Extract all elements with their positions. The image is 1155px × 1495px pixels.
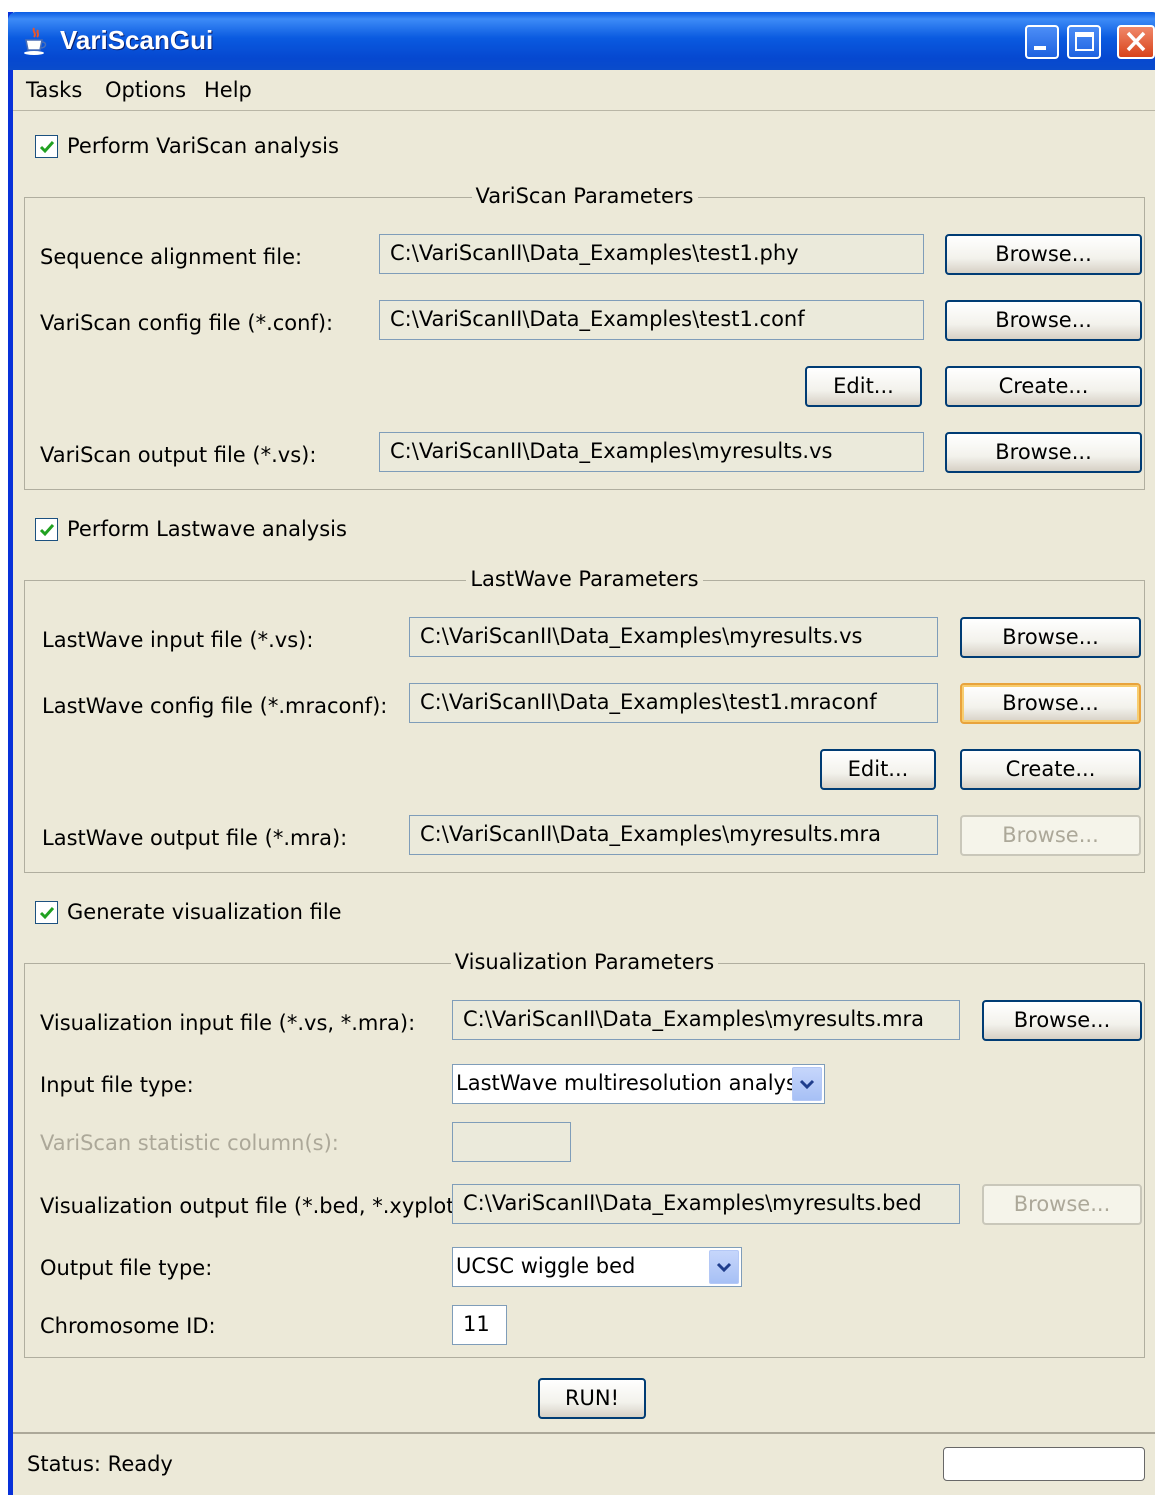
variscan-config-browse-button[interactable]: Browse... (945, 300, 1142, 341)
checkmark-icon (39, 141, 55, 154)
variscan-config-edit-button[interactable]: Edit... (805, 366, 922, 407)
checkbox-box[interactable] (35, 518, 58, 541)
window-title: VariScanGui (60, 25, 214, 55)
chevron-down-icon (799, 1079, 815, 1090)
variscan-config-create-button[interactable]: Create... (945, 366, 1142, 407)
status-text: Status: Ready (27, 1452, 173, 1476)
visualization-input-browse-button[interactable]: Browse... (982, 1000, 1142, 1041)
sequence-alignment-field[interactable]: C:\VariScanII\Data_Examples\test1.phy (379, 234, 924, 274)
variscan-config-field[interactable]: C:\VariScanII\Data_Examples\test1.conf (379, 300, 924, 340)
visualization-parameters-group: Visualization Parameters Visualization i… (24, 950, 1145, 1358)
sequence-alignment-label: Sequence alignment file: (40, 245, 303, 269)
lastwave-input-browse-button[interactable]: Browse... (960, 617, 1141, 658)
run-button[interactable]: RUN! (538, 1378, 646, 1419)
input-file-type-dropdown[interactable]: LastWave multiresolution analysis (452, 1064, 825, 1104)
lastwave-output-field[interactable]: C:\VariScanII\Data_Examples\myresults.mr… (409, 815, 938, 855)
close-button[interactable] (1117, 25, 1155, 59)
output-file-type-label: Output file type: (40, 1256, 213, 1280)
visualization-parameters-title: Visualization Parameters (450, 950, 719, 974)
application-window: VariScanGui Tasks Options Help Perform V… (8, 12, 1155, 1495)
visualization-output-field[interactable]: C:\VariScanII\Data_Examples\myresults.be… (452, 1184, 960, 1224)
input-file-type-value: LastWave multiresolution analysis (456, 1071, 814, 1095)
lastwave-parameters-group: LastWave Parameters LastWave input file … (24, 567, 1145, 873)
chromosome-id-label: Chromosome ID: (40, 1314, 216, 1338)
dropdown-arrow-button[interactable] (792, 1067, 822, 1101)
chromosome-id-field[interactable]: 11 (452, 1305, 507, 1345)
menu-help[interactable]: Help (204, 78, 252, 102)
lastwave-config-field[interactable]: C:\VariScanII\Data_Examples\test1.mracon… (409, 683, 938, 723)
variscan-config-label: VariScan config file (*.conf): (40, 311, 334, 335)
statistic-column-field[interactable] (452, 1122, 571, 1162)
lastwave-config-edit-button[interactable]: Edit... (820, 749, 936, 790)
variscan-output-label: VariScan output file (*.vs): (40, 443, 317, 467)
visualization-output-label: Visualization output file (*.bed, *.xypl… (40, 1194, 470, 1218)
maximize-icon (1075, 32, 1094, 51)
minimize-icon (1034, 46, 1046, 50)
visualization-input-field[interactable]: C:\VariScanII\Data_Examples\myresults.mr… (452, 1000, 960, 1040)
checkmark-icon (39, 524, 55, 537)
variscan-output-browse-button[interactable]: Browse... (945, 432, 1142, 473)
output-file-type-dropdown[interactable]: UCSC wiggle bed (452, 1247, 742, 1287)
lastwave-output-label: LastWave output file (*.mra): (42, 826, 348, 850)
input-file-type-label: Input file type: (40, 1073, 194, 1097)
status-bar: Status: Ready (13, 1432, 1155, 1492)
chevron-down-icon (716, 1262, 732, 1273)
minimize-button[interactable] (1025, 25, 1059, 59)
maximize-button[interactable] (1067, 25, 1101, 59)
menu-bar: Tasks Options Help (13, 70, 1155, 111)
variscan-parameters-group: VariScan Parameters Sequence alignment f… (24, 184, 1145, 490)
lastwave-parameters-title: LastWave Parameters (466, 567, 703, 591)
lastwave-input-label: LastWave input file (*.vs): (42, 628, 314, 652)
dropdown-arrow-button[interactable] (709, 1250, 739, 1284)
lastwave-config-browse-button[interactable]: Browse... (960, 683, 1141, 724)
lastwave-config-create-button[interactable]: Create... (960, 749, 1141, 790)
visualization-input-label: Visualization input file (*.vs, *.mra): (40, 1011, 416, 1035)
generate-visualization-label: Generate visualization file (67, 900, 342, 924)
perform-lastwave-label: Perform Lastwave analysis (67, 517, 347, 541)
close-icon (1126, 31, 1146, 52)
title-bar[interactable]: VariScanGui (8, 12, 1155, 70)
lastwave-config-label: LastWave config file (*.mraconf): (42, 694, 388, 718)
statistic-column-label: VariScan statistic column(s): (40, 1131, 339, 1155)
sequence-browse-button[interactable]: Browse... (945, 234, 1142, 275)
progress-bar (943, 1447, 1145, 1481)
visualization-output-browse-button[interactable]: Browse... (982, 1184, 1142, 1225)
checkbox-box[interactable] (35, 901, 58, 924)
perform-variscan-label: Perform VariScan analysis (67, 134, 339, 158)
checkmark-icon (39, 907, 55, 920)
menu-options[interactable]: Options (105, 78, 186, 102)
variscan-parameters-title: VariScan Parameters (471, 184, 698, 208)
java-cup-icon (22, 26, 48, 56)
lastwave-output-browse-button[interactable]: Browse... (960, 815, 1141, 856)
lastwave-input-field[interactable]: C:\VariScanII\Data_Examples\myresults.vs (409, 617, 938, 657)
checkbox-box[interactable] (35, 135, 58, 158)
variscan-output-field[interactable]: C:\VariScanII\Data_Examples\myresults.vs (379, 432, 924, 472)
output-file-type-value: UCSC wiggle bed (456, 1254, 636, 1278)
menu-tasks[interactable]: Tasks (26, 78, 82, 102)
